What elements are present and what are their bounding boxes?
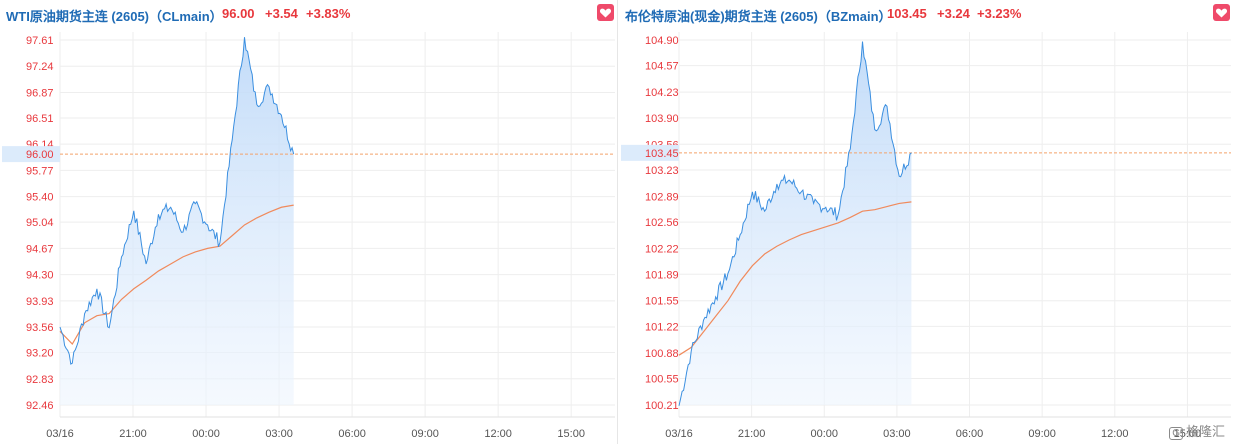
y-tick-label: 104.90 (645, 35, 679, 47)
x-tick-label: 00:00 (810, 428, 838, 440)
x-tick-label: 12:00 (1101, 428, 1129, 440)
y-tick-label: 95.77 (26, 165, 54, 177)
y-tick-label: 94.67 (26, 243, 54, 255)
brent-chart-panel: 布伦特原油(现金)期货主连 (2605)（BZmain） 103.45 +3.2… (619, 0, 1233, 444)
y-tick-label: 100.55 (645, 374, 679, 386)
price-area-fill (679, 41, 912, 406)
x-tick-label: 21:00 (119, 428, 147, 440)
y-tick-label: 101.55 (645, 296, 679, 308)
x-tick-label: 03:00 (265, 428, 293, 440)
y-tick-label: 95.40 (26, 192, 54, 204)
y-tick-label: 101.22 (645, 321, 679, 333)
x-tick-label: 09:00 (411, 428, 439, 440)
x-tick-label: 03/16 (46, 428, 74, 440)
y-tick-label: 93.20 (26, 348, 54, 360)
wti-chart-panel: WTI原油期货主连 (2605)（CLmain） 96.00 +3.54 +3.… (0, 0, 617, 444)
y-tick-label: 92.46 (26, 400, 54, 412)
y-tick-label: 104.57 (645, 61, 679, 73)
wti-line-chart: 97.6197.2496.8796.5196.1495.7795.4095.04… (2, 32, 615, 440)
x-tick-label: 09:00 (1028, 428, 1056, 440)
watermark-logo: G 格隆汇 (1169, 421, 1225, 440)
y-tick-label: 100.21 (645, 400, 679, 412)
y-tick-label: 104.23 (645, 87, 679, 99)
x-tick-label: 06:00 (956, 428, 984, 440)
y-tick-label: 103.23 (645, 165, 679, 177)
current-price-label: 96.00 (26, 149, 54, 161)
x-tick-label: 03:00 (883, 428, 911, 440)
x-tick-label: 00:00 (192, 428, 220, 440)
y-tick-label: 96.51 (26, 113, 54, 125)
y-tick-label: 103.90 (645, 113, 679, 125)
y-tick-label: 93.93 (26, 296, 54, 308)
x-tick-label: 06:00 (338, 428, 366, 440)
y-tick-label: 96.87 (26, 87, 54, 99)
y-tick-label: 92.83 (26, 374, 54, 386)
y-tick-label: 97.61 (26, 35, 54, 47)
panel-divider (617, 0, 618, 444)
x-tick-label: 15:00 (557, 428, 585, 440)
y-tick-label: 94.30 (26, 270, 54, 282)
y-tick-label: 93.56 (26, 322, 54, 334)
y-tick-label: 97.24 (26, 61, 54, 73)
y-tick-label: 101.89 (645, 269, 679, 281)
x-tick-label: 03/16 (665, 428, 693, 440)
y-tick-label: 102.22 (645, 244, 679, 256)
y-tick-label: 102.89 (645, 191, 679, 203)
watermark-text: 格隆汇 (1185, 424, 1225, 439)
x-tick-label: 12:00 (484, 428, 512, 440)
y-tick-label: 102.56 (645, 217, 679, 229)
current-price-label: 103.45 (645, 148, 679, 160)
brent-line-chart: 104.90104.57104.23103.90103.56103.23102.… (621, 32, 1231, 440)
y-tick-label: 95.04 (26, 217, 54, 229)
x-tick-label: 21:00 (738, 428, 766, 440)
y-tick-label: 100.88 (645, 348, 679, 360)
